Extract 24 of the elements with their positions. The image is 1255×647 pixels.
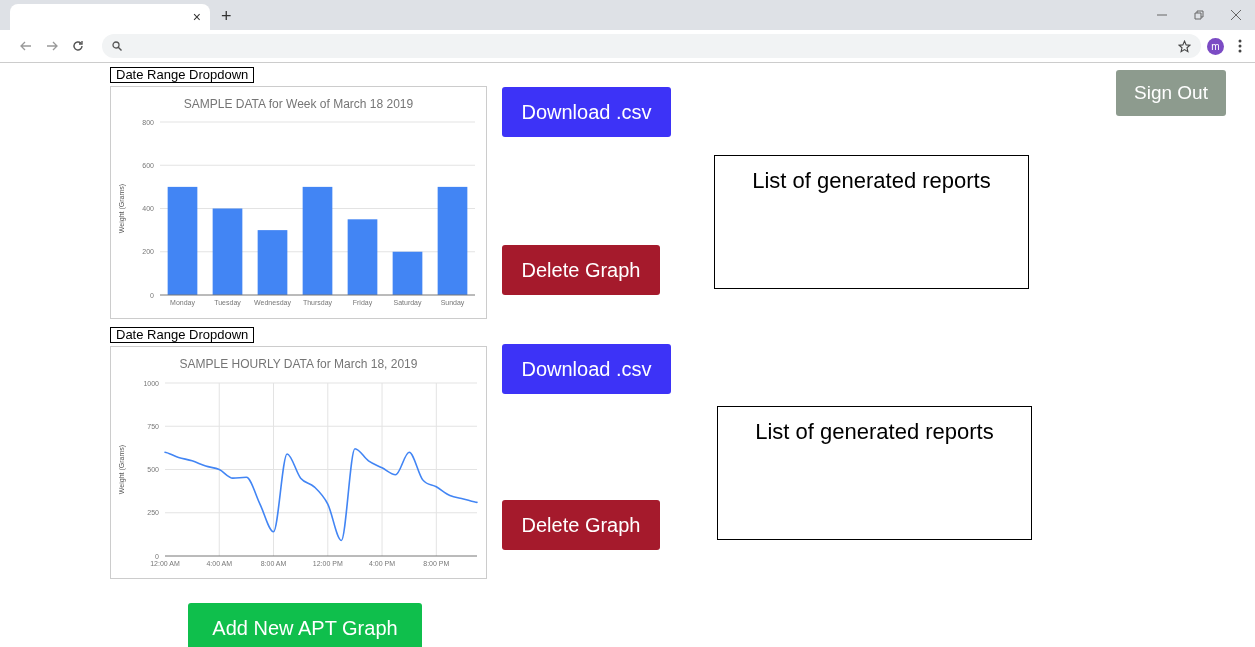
back-arrow-icon[interactable] xyxy=(20,40,32,52)
star-icon[interactable] xyxy=(1178,39,1191,53)
reload-icon[interactable] xyxy=(72,40,84,52)
chart-bar xyxy=(392,251,423,295)
profile-avatar[interactable]: m xyxy=(1207,37,1224,55)
chart-bar xyxy=(257,230,288,295)
forward-arrow-icon[interactable] xyxy=(46,40,58,52)
close-tab-button[interactable]: × xyxy=(192,9,201,25)
date-range-dropdown[interactable]: Date Range Dropdown xyxy=(110,327,255,343)
menu-icon[interactable] xyxy=(1238,39,1242,53)
search-icon xyxy=(112,41,122,51)
download-csv-button[interactable]: Download .csv xyxy=(502,87,671,137)
new-tab-button[interactable]: + xyxy=(221,6,232,27)
reports-heading: List of generated reports xyxy=(755,419,994,446)
chart-title: SAMPLE DATA for Week of March 18 2019 xyxy=(183,97,414,111)
close-icon[interactable] xyxy=(1231,10,1241,20)
download-csv-button[interactable]: Download .csv xyxy=(502,344,671,394)
delete-graph-button[interactable]: Delete Graph xyxy=(502,245,660,295)
date-range-dropdown[interactable]: Date Range Dropdown xyxy=(110,67,255,83)
restore-icon[interactable] xyxy=(1194,10,1204,20)
browser-tab[interactable]: × xyxy=(10,4,210,30)
chart-title: SAMPLE HOURLY DATA for March 18, 2019 xyxy=(179,357,418,371)
reports-heading: List of generated reports xyxy=(752,168,991,195)
delete-graph-button[interactable]: Delete Graph xyxy=(502,500,660,550)
